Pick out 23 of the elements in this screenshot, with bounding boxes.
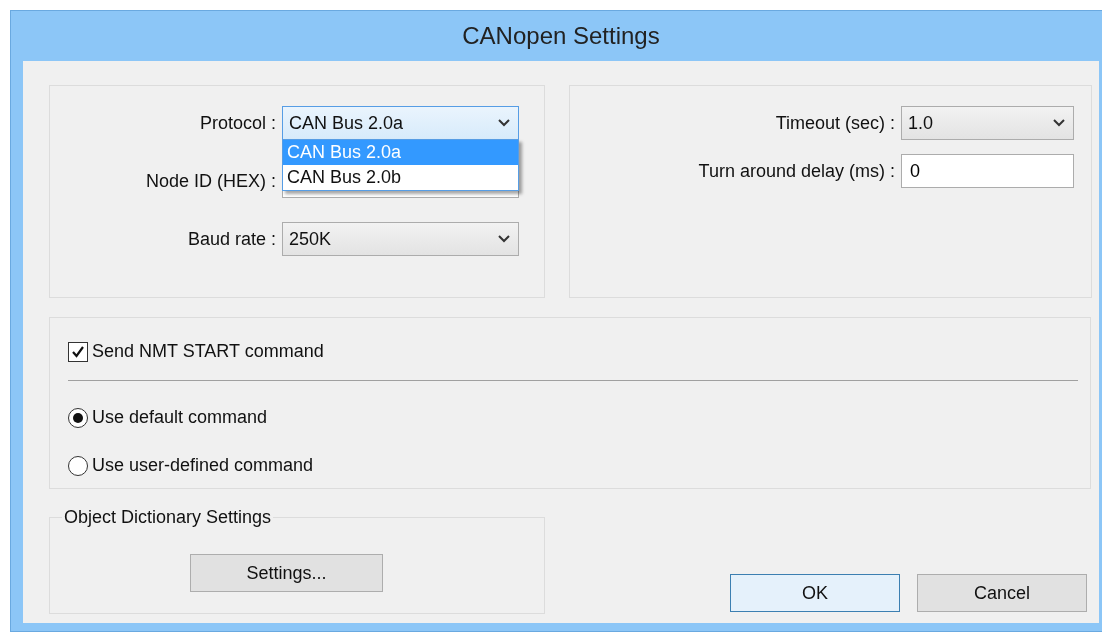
radio-label: Use default command xyxy=(92,406,268,429)
checkbox[interactable] xyxy=(68,341,88,362)
chevron-down-icon xyxy=(1053,119,1065,127)
window-title: CANopen Settings xyxy=(462,21,660,51)
field-label: Turn around delay (ms) : xyxy=(697,159,896,183)
radio-button[interactable] xyxy=(68,407,88,428)
field-label: Protocol : xyxy=(198,111,277,135)
dialog-button[interactable]: OK xyxy=(730,574,900,612)
checkbox-label: Send NMT START command xyxy=(92,340,324,363)
dropdown[interactable]: 250K xyxy=(282,222,519,256)
chevron-down-icon xyxy=(498,119,510,127)
settings-button[interactable]: Settings... xyxy=(190,554,383,592)
radio-label: Use user-defined command xyxy=(92,454,314,477)
field-label: Baud rate : xyxy=(186,227,277,251)
dropdown-option[interactable]: CAN Bus 2.0b xyxy=(283,165,518,190)
field-label: Node ID (HEX) : xyxy=(144,169,277,193)
chevron-down-icon xyxy=(498,235,510,243)
dropdown[interactable]: 1.0 xyxy=(901,106,1074,140)
dialog-button[interactable]: Cancel xyxy=(917,574,1087,612)
input-field[interactable]: 0 xyxy=(901,154,1074,188)
radio-button[interactable] xyxy=(68,455,88,476)
dropdown[interactable]: CAN Bus 2.0a xyxy=(282,106,519,140)
field-label: Timeout (sec) : xyxy=(774,111,896,135)
